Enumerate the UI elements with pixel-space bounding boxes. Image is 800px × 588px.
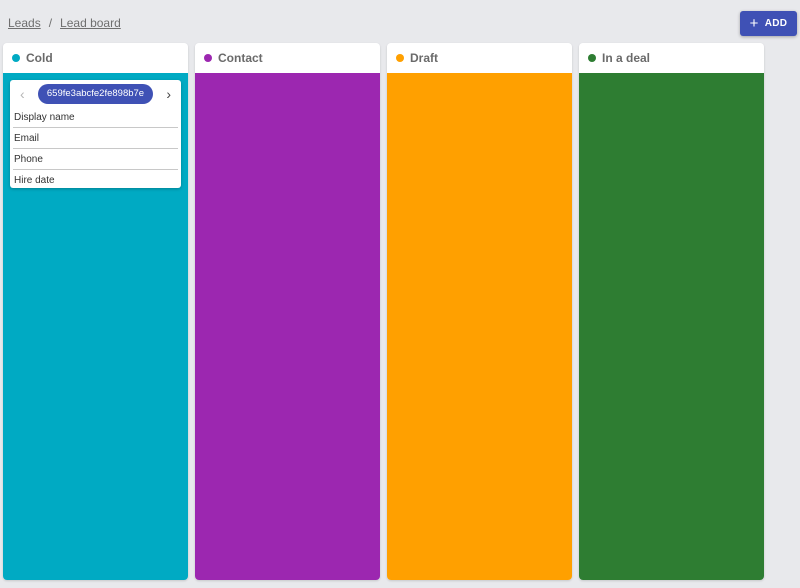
column-body bbox=[579, 73, 764, 580]
field-phone: Phone bbox=[13, 149, 178, 170]
status-dot-icon bbox=[588, 54, 596, 62]
column-body: ‹ 659fe3abcfe2fe898b7e › Display name Em… bbox=[3, 73, 188, 580]
top-bar: Leads / Lead board + ADD bbox=[0, 0, 800, 44]
column-in-a-deal: In a deal bbox=[579, 43, 764, 580]
chevron-left-icon[interactable]: ‹ bbox=[20, 87, 25, 101]
column-body bbox=[387, 73, 572, 580]
breadcrumb-separator: / bbox=[48, 16, 53, 30]
column-title: Cold bbox=[26, 51, 53, 65]
column-title: Draft bbox=[410, 51, 439, 65]
breadcrumb: Leads / Lead board bbox=[8, 16, 121, 30]
lead-id-chip[interactable]: 659fe3abcfe2fe898b7e bbox=[37, 83, 154, 104]
breadcrumb-link-lead-board[interactable]: Lead board bbox=[60, 16, 121, 30]
column-header: Cold bbox=[3, 43, 188, 73]
column-draft: Draft bbox=[387, 43, 572, 580]
column-title: Contact bbox=[218, 51, 263, 65]
field-email: Email bbox=[13, 128, 178, 149]
breadcrumb-link-leads[interactable]: Leads bbox=[8, 16, 41, 30]
field-display-name: Display name bbox=[13, 107, 178, 128]
column-title: In a deal bbox=[602, 51, 651, 65]
plus-icon: + bbox=[749, 15, 759, 32]
column-header: Draft bbox=[387, 43, 572, 73]
lead-card[interactable]: ‹ 659fe3abcfe2fe898b7e › Display name Em… bbox=[10, 80, 181, 188]
column-header: Contact bbox=[195, 43, 380, 73]
column-body bbox=[195, 73, 380, 580]
add-button[interactable]: + ADD bbox=[740, 11, 797, 36]
status-dot-icon bbox=[204, 54, 212, 62]
status-dot-icon bbox=[396, 54, 404, 62]
lead-board: Cold ‹ 659fe3abcfe2fe898b7e › Display na… bbox=[0, 43, 800, 580]
card-navigation: ‹ 659fe3abcfe2fe898b7e › bbox=[10, 80, 181, 107]
status-dot-icon bbox=[12, 54, 20, 62]
add-button-label: ADD bbox=[764, 18, 788, 29]
column-header: In a deal bbox=[579, 43, 764, 73]
field-hire-date: Hire date bbox=[14, 175, 55, 186]
chevron-right-icon[interactable]: › bbox=[166, 87, 171, 101]
column-cold: Cold ‹ 659fe3abcfe2fe898b7e › Display na… bbox=[3, 43, 188, 580]
column-contact: Contact bbox=[195, 43, 380, 580]
